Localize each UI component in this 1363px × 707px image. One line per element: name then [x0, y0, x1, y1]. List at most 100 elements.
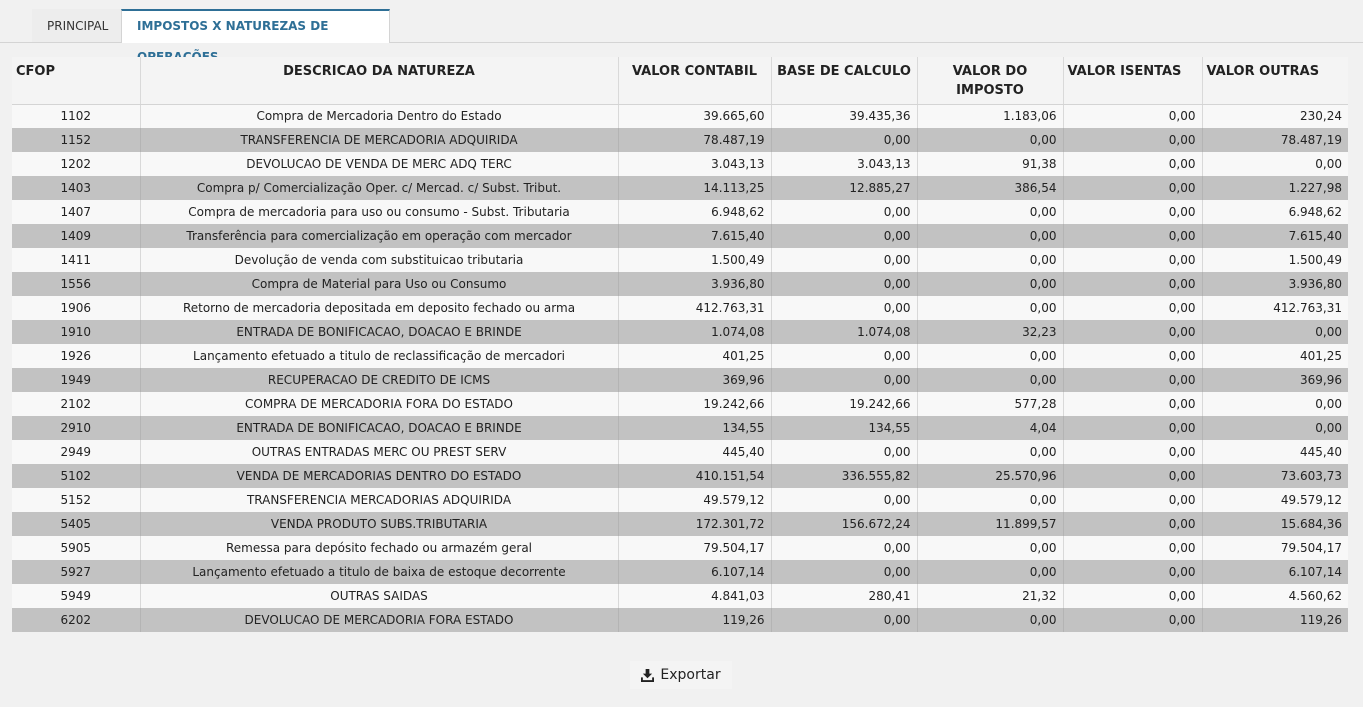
- cell-valor-imposto: 0,00: [917, 536, 1064, 560]
- cell-valor-contabil: 412.763,31: [618, 296, 772, 320]
- cell-valor-outras: 7.615,40: [1202, 224, 1348, 248]
- table-row[interactable]: 1411 Devolução de venda com substituicao …: [12, 248, 1348, 272]
- table-row[interactable]: 5152 TRANSFERENCIA MERCADORIAS ADQUIRIDA 4…: [12, 488, 1348, 512]
- table-row[interactable]: 1407 Compra de mercadoria para uso ou con…: [12, 200, 1348, 224]
- cell-descricao: TRANSFERENCIA MERCADORIAS ADQUIRIDA: [140, 488, 619, 512]
- header-valor-isentas[interactable]: VALOR ISENTAS: [1063, 57, 1203, 105]
- cell-valor-imposto: 0,00: [917, 224, 1064, 248]
- cell-valor-isentas: 0,00: [1063, 536, 1203, 560]
- cell-cfop: 2910: [12, 416, 141, 440]
- cell-valor-outras: 4.560,62: [1202, 584, 1348, 608]
- cell-descricao: DEVOLUCAO DE MERCADORIA FORA ESTADO: [140, 608, 619, 632]
- cell-valor-contabil: 445,40: [618, 440, 772, 464]
- cell-valor-isentas: 0,00: [1063, 512, 1203, 536]
- cell-cfop: 1102: [12, 104, 141, 128]
- cell-base-calculo: 0,00: [771, 440, 918, 464]
- table-row[interactable]: 2949 OUTRAS ENTRADAS MERC OU PREST SERV 44…: [12, 440, 1348, 464]
- cell-base-calculo: 0,00: [771, 560, 918, 584]
- cell-valor-contabil: 1.500,49: [618, 248, 772, 272]
- export-label: Exportar: [660, 667, 721, 683]
- cell-valor-isentas: 0,00: [1063, 152, 1203, 176]
- table-row[interactable]: 1409 Transferência para comercialização e…: [12, 224, 1348, 248]
- table-row[interactable]: 5927 Lançamento efetuado a titulo de baix…: [12, 560, 1348, 584]
- cell-valor-contabil: 4.841,03: [618, 584, 772, 608]
- cell-base-calculo: 19.242,66: [771, 392, 918, 416]
- cell-valor-imposto: 0,00: [917, 440, 1064, 464]
- header-valor-outras[interactable]: VALOR OUTRAS: [1202, 57, 1348, 105]
- cell-valor-contabil: 6.107,14: [618, 560, 772, 584]
- cell-valor-imposto: 25.570,96: [917, 464, 1064, 488]
- table-row[interactable]: 1926 Lançamento efetuado a titulo de recl…: [12, 344, 1348, 368]
- cell-valor-outras: 412.763,31: [1202, 296, 1348, 320]
- cell-valor-imposto: 0,00: [917, 368, 1064, 392]
- cell-descricao: VENDA PRODUTO SUBS.TRIBUTARIA: [140, 512, 619, 536]
- table-row[interactable]: 1152 TRANSFERENCIA DE MERCADORIA ADQUIRID…: [12, 128, 1348, 152]
- tab-principal[interactable]: PRINCIPAL: [32, 9, 121, 42]
- cell-descricao: Compra de Material para Uso ou Consumo: [140, 272, 619, 296]
- cell-descricao: Devolução de venda com substituicao trib…: [140, 248, 619, 272]
- cell-valor-contabil: 172.301,72: [618, 512, 772, 536]
- cell-cfop: 1407: [12, 200, 141, 224]
- table-row[interactable]: 5102 VENDA DE MERCADORIAS DENTRO DO ESTAD…: [12, 464, 1348, 488]
- cell-valor-isentas: 0,00: [1063, 344, 1203, 368]
- cell-valor-imposto: 4,04: [917, 416, 1064, 440]
- table-row[interactable]: 1949 RECUPERACAO DE CREDITO DE ICMS 369,96…: [12, 368, 1348, 392]
- cell-valor-outras: 15.684,36: [1202, 512, 1348, 536]
- table-row[interactable]: 6202 DEVOLUCAO DE MERCADORIA FORA ESTADO 1…: [12, 608, 1348, 632]
- cell-cfop: 5405: [12, 512, 141, 536]
- header-base-calculo[interactable]: BASE DE CALCULO: [771, 57, 918, 105]
- cell-valor-isentas: 0,00: [1063, 560, 1203, 584]
- cell-descricao: Compra p/ Comercialização Oper. c/ Merca…: [140, 176, 619, 200]
- cell-valor-imposto: 0,00: [917, 488, 1064, 512]
- table-row[interactable]: 5905 Remessa para depósito fechado ou arm…: [12, 536, 1348, 560]
- cell-valor-contabil: 401,25: [618, 344, 772, 368]
- cell-valor-imposto: 0,00: [917, 128, 1064, 152]
- table-row[interactable]: 2102 COMPRA DE MERCADORIA FORA DO ESTADO 1…: [12, 392, 1348, 416]
- cell-valor-contabil: 79.504,17: [618, 536, 772, 560]
- table-row[interactable]: 1556 Compra de Material para Uso ou Consu…: [12, 272, 1348, 296]
- cell-valor-imposto: 0,00: [917, 200, 1064, 224]
- cell-base-calculo: 0,00: [771, 488, 918, 512]
- cell-descricao: Remessa para depósito fechado ou armazém…: [140, 536, 619, 560]
- cell-valor-contabil: 3.043,13: [618, 152, 772, 176]
- table-row[interactable]: 1102 Compra de Mercadoria Dentro do Estad…: [12, 104, 1348, 128]
- cell-cfop: 1411: [12, 248, 141, 272]
- cell-valor-contabil: 134,55: [618, 416, 772, 440]
- cell-valor-isentas: 0,00: [1063, 320, 1203, 344]
- naturezas-table-container: CFOP DESCRICAO DA NATUREZA VALOR CONTABI…: [12, 57, 1348, 632]
- cell-base-calculo: 0,00: [771, 224, 918, 248]
- table-row[interactable]: 5949 OUTRAS SAIDAS 4.841,03 280,41 21,32 0,00…: [12, 584, 1348, 608]
- cell-cfop: 5927: [12, 560, 141, 584]
- cell-valor-imposto: 386,54: [917, 176, 1064, 200]
- cell-cfop: 5152: [12, 488, 141, 512]
- cell-descricao: ENTRADA DE BONIFICACAO, DOACAO E BRINDE: [140, 416, 619, 440]
- table-row[interactable]: 1202 DEVOLUCAO DE VENDA DE MERC ADQ TERC 3…: [12, 152, 1348, 176]
- cell-base-calculo: 0,00: [771, 248, 918, 272]
- cell-valor-outras: 119,26: [1202, 608, 1348, 632]
- table-row[interactable]: 1910 ENTRADA DE BONIFICACAO, DOACAO E BRI…: [12, 320, 1348, 344]
- table-row[interactable]: 2910 ENTRADA DE BONIFICACAO, DOACAO E BRI…: [12, 416, 1348, 440]
- cell-base-calculo: 280,41: [771, 584, 918, 608]
- table-row[interactable]: 1403 Compra p/ Comercialização Oper. c/ M…: [12, 176, 1348, 200]
- header-cfop[interactable]: CFOP: [12, 57, 141, 105]
- cell-descricao: Lançamento efetuado a titulo de reclassi…: [140, 344, 619, 368]
- cell-valor-isentas: 0,00: [1063, 416, 1203, 440]
- header-valor-imposto[interactable]: VALOR DO IMPOSTO: [917, 57, 1064, 105]
- tab-impostos-naturezas[interactable]: IMPOSTOS X NATUREZAS DE OPERAÇÕES: [121, 9, 390, 64]
- table-row[interactable]: 5405 VENDA PRODUTO SUBS.TRIBUTARIA 172.301…: [12, 512, 1348, 536]
- cell-descricao: DEVOLUCAO DE VENDA DE MERC ADQ TERC: [140, 152, 619, 176]
- app-root: PRINCIPAL IMPOSTOS X NATUREZAS DE OPERAÇ…: [0, 0, 1363, 707]
- header-valor-contabil[interactable]: VALOR CONTABIL: [618, 57, 772, 105]
- cell-valor-isentas: 0,00: [1063, 368, 1203, 392]
- header-descricao[interactable]: DESCRICAO DA NATUREZA: [140, 57, 619, 105]
- cell-valor-isentas: 0,00: [1063, 248, 1203, 272]
- cell-valor-contabil: 7.615,40: [618, 224, 772, 248]
- table-row[interactable]: 1906 Retorno de mercadoria depositada em …: [12, 296, 1348, 320]
- cell-valor-outras: 401,25: [1202, 344, 1348, 368]
- cell-valor-imposto: 91,38: [917, 152, 1064, 176]
- cell-valor-isentas: 0,00: [1063, 176, 1203, 200]
- cell-valor-outras: 79.504,17: [1202, 536, 1348, 560]
- cell-valor-isentas: 0,00: [1063, 128, 1203, 152]
- export-button[interactable]: Exportar: [630, 661, 732, 689]
- cell-descricao: COMPRA DE MERCADORIA FORA DO ESTADO: [140, 392, 619, 416]
